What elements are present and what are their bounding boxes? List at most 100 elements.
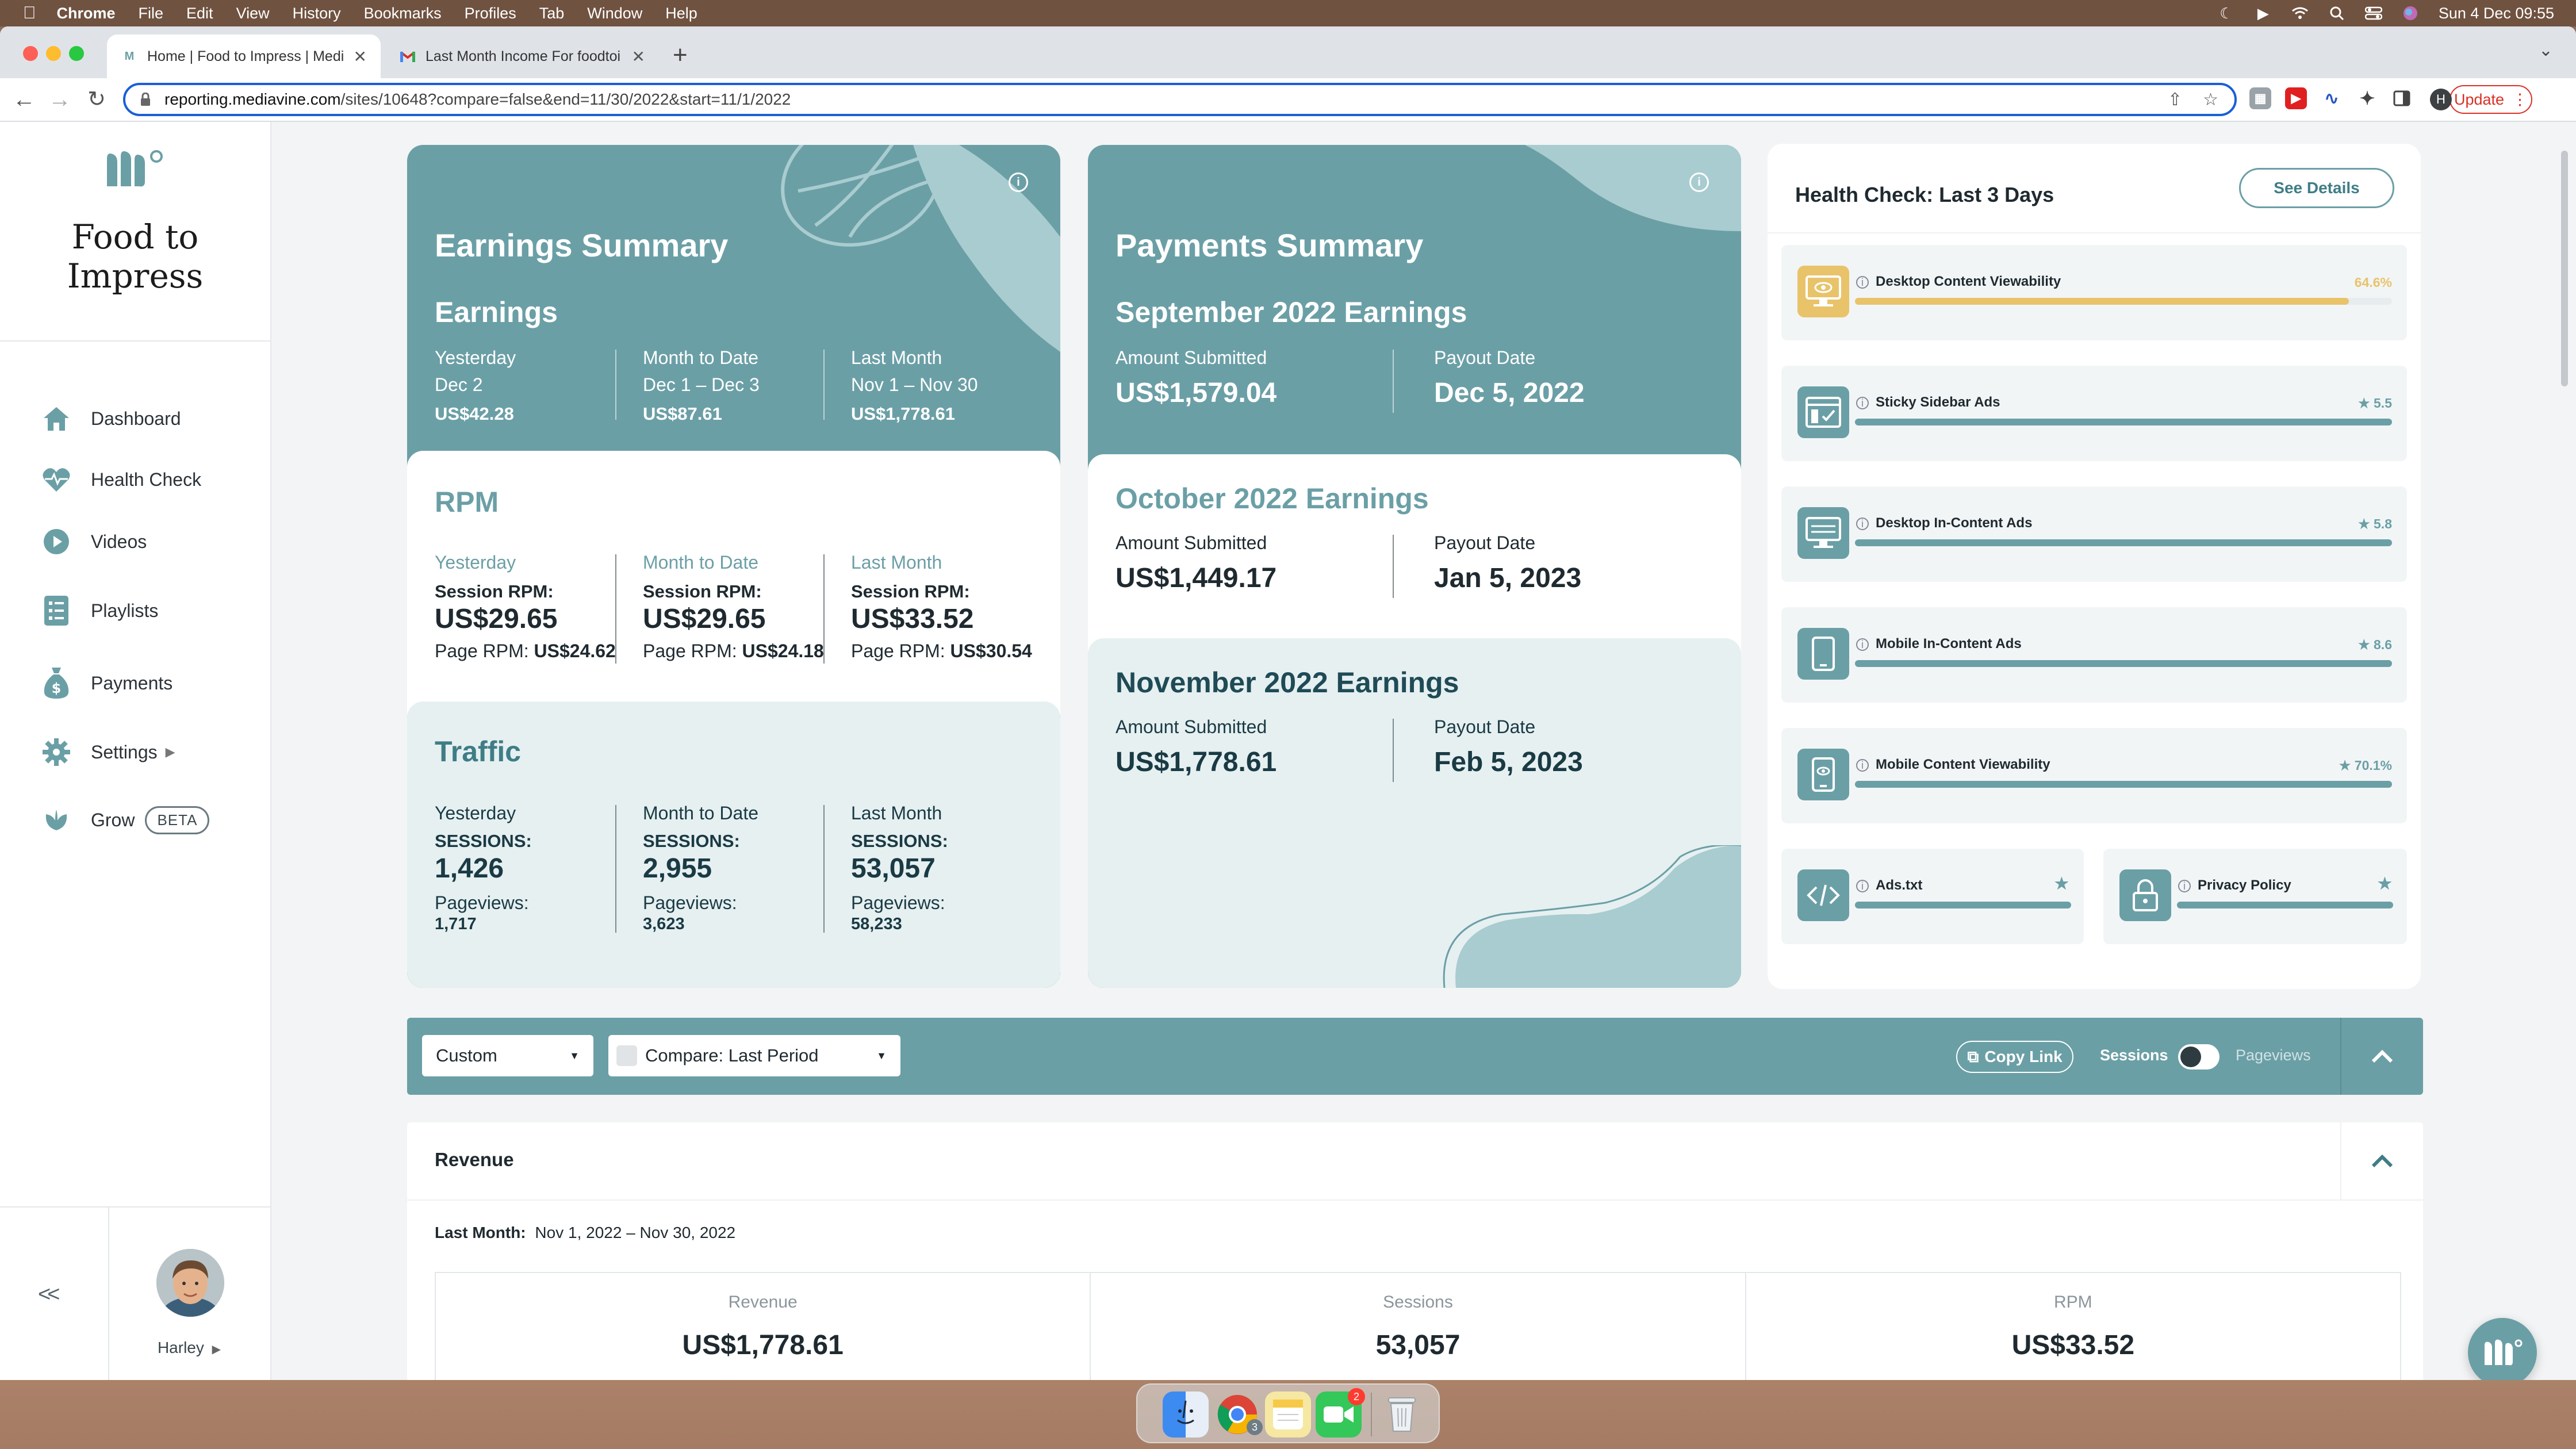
health-item-sticky-sidebar-ads[interactable]: i Sticky Sidebar Ads ★ 5.5 [1781, 366, 2407, 461]
side-panel-icon[interactable] [2391, 87, 2413, 109]
collapse-filters-chevron-icon[interactable] [2341, 1018, 2423, 1095]
share-icon[interactable]: ⇧ [2168, 90, 2182, 110]
desktop-monitor-icon [1797, 507, 1849, 559]
finder-icon[interactable] [1163, 1392, 1209, 1438]
sidebar-item-settings[interactable]: Settings ▶ [40, 735, 175, 769]
new-tab-button[interactable]: + [673, 43, 688, 68]
sidebar-item-payments[interactable]: $ Payments [40, 666, 172, 700]
bookmark-star-icon[interactable]: ☆ [2203, 90, 2218, 110]
compare-select[interactable]: Compare: Last Period ▼ [608, 1035, 900, 1076]
sidebar-item-health-check[interactable]: Health Check [40, 462, 201, 497]
column-divider [823, 805, 825, 933]
menu-app-name[interactable]: Chrome [57, 5, 116, 22]
facetime-dock-icon[interactable]: 2 [1316, 1388, 1365, 1438]
menu-window[interactable]: Window [587, 5, 642, 22]
user-menu[interactable]: Harley ▶ [108, 1339, 270, 1357]
info-icon[interactable]: i [1856, 276, 1869, 289]
chrome-update-button[interactable]: Update ⋮ [2450, 85, 2532, 114]
control-center-icon[interactable] [2364, 5, 2382, 22]
close-tab-icon[interactable]: ✕ [632, 47, 645, 66]
close-window-button[interactable] [23, 46, 38, 61]
gmail-favicon [399, 48, 416, 65]
collapse-revenue-chevron-icon[interactable] [2341, 1122, 2423, 1199]
amount-value: US$1,778.61 [1116, 747, 1277, 777]
info-icon[interactable]: i [1856, 397, 1869, 409]
reload-icon[interactable]: ↻ [85, 86, 108, 113]
site-name[interactable]: Food to Impress [0, 217, 270, 296]
period-label: Last Month [851, 347, 942, 368]
minimize-window-button[interactable] [46, 46, 61, 61]
chrome-dock-icon[interactable]: 3 [1214, 1392, 1263, 1438]
zoom-window-button[interactable] [69, 46, 84, 61]
info-icon[interactable]: i [1856, 638, 1869, 651]
amount-label: Amount Submitted [1116, 716, 1267, 737]
forward-arrow-icon[interactable]: → [48, 86, 71, 113]
user-avatar[interactable] [156, 1249, 224, 1317]
more-menu-icon[interactable]: ⋮ [2512, 91, 2528, 109]
wifi-icon[interactable] [2291, 5, 2309, 22]
profile-avatar-button[interactable]: H [2430, 89, 2452, 110]
apple-menu-icon[interactable]:  [23, 3, 36, 23]
tab-search-chevron-icon[interactable]: ⌄ [2539, 40, 2553, 60]
sidebar-item-dashboard[interactable]: Dashboard [40, 401, 181, 436]
info-icon[interactable]: i [1856, 759, 1869, 772]
wave-extension-icon[interactable]: ∿ [2321, 87, 2343, 109]
menu-tab[interactable]: Tab [539, 5, 565, 22]
close-tab-icon[interactable]: ✕ [354, 47, 367, 66]
health-item-mobile-content-viewability[interactable]: i Mobile Content Viewability ★ 70.1% [1781, 728, 2407, 823]
menu-view[interactable]: View [236, 5, 270, 22]
info-icon[interactable]: i [1009, 172, 1028, 192]
back-arrow-icon[interactable]: ← [13, 86, 36, 113]
update-label: Update [2454, 90, 2505, 108]
copy-link-button[interactable]: ⧉ Copy Link [1956, 1041, 2073, 1073]
puzzle-extensions-icon[interactable]: ✦ [2356, 87, 2378, 109]
notes-dock-icon[interactable] [1265, 1392, 1311, 1438]
address-bar[interactable]: reporting.mediavine.com /sites/10648?com… [123, 83, 2237, 116]
lock-icon[interactable] [139, 92, 152, 107]
toggle-sessions-label: Sessions [2100, 1046, 2168, 1064]
period-label: Month to Date [643, 803, 758, 823]
menu-profiles[interactable]: Profiles [465, 5, 516, 22]
help-chat-button[interactable] [2468, 1318, 2537, 1380]
info-icon[interactable]: i [2178, 880, 2191, 892]
see-details-button[interactable]: See Details [2239, 168, 2394, 208]
tab-home-food-to-impress[interactable]: M Home | Food to Impress | Medi ✕ [107, 34, 381, 78]
info-icon[interactable]: i [1856, 518, 1869, 530]
menu-bookmarks[interactable]: Bookmarks [364, 5, 442, 22]
menu-file[interactable]: File [139, 5, 164, 22]
moon-icon[interactable]: ☾ [2218, 5, 2235, 22]
sidebar-item-grow[interactable]: Grow BETA [40, 803, 210, 837]
extension-icon[interactable]: ▦ [2249, 87, 2271, 109]
health-item-label: Sticky Sidebar Ads [1876, 394, 2000, 410]
collapse-sidebar-button[interactable]: << [38, 1282, 60, 1307]
stat-revenue: Revenue US$1,778.61 [436, 1273, 1091, 1380]
sessions-pageviews-toggle[interactable] [2178, 1044, 2220, 1070]
stat-label: Revenue [728, 1293, 798, 1312]
siri-icon[interactable] [2402, 5, 2419, 22]
sessions-label: SESSIONS: [643, 831, 740, 851]
spotlight-search-icon[interactable] [2328, 5, 2345, 22]
youtube-extension-icon[interactable]: ▶ [2285, 87, 2307, 109]
star-icon: ★ [2339, 758, 2351, 773]
health-item-privacy-policy[interactable]: i Privacy Policy ★ [2103, 849, 2407, 944]
play-circle-icon[interactable]: ▶ [2255, 5, 2272, 22]
health-item-ads-txt[interactable]: i Ads.txt ★ [1781, 849, 2084, 944]
compare-checkbox[interactable] [616, 1045, 637, 1066]
pageviews-value: 58,233 [851, 915, 902, 933]
mediavine-logo-icon[interactable] [103, 146, 167, 191]
page-scrollbar-thumb[interactable] [2561, 151, 2568, 386]
health-item-desktop-content-viewability[interactable]: i Desktop Content Viewability 64.6% [1781, 245, 2407, 340]
tab-last-month-income[interactable]: Last Month Income For foodtoi ✕ [385, 34, 659, 78]
date-range-select[interactable]: Custom ▼ [422, 1035, 593, 1076]
info-icon[interactable]: i [1856, 880, 1869, 892]
sidebar-item-playlists[interactable]: Playlists [40, 593, 158, 628]
menubar-clock[interactable]: Sun 4 Dec 09:55 [2439, 5, 2554, 22]
health-item-mobile-in-content-ads[interactable]: i Mobile In-Content Ads ★ 8.6 [1781, 607, 2407, 703]
menu-help[interactable]: Help [665, 5, 697, 22]
sidebar-item-videos[interactable]: Videos [40, 524, 147, 559]
trash-dock-icon[interactable] [1379, 1392, 1425, 1438]
column-divider [1393, 535, 1394, 598]
menu-edit[interactable]: Edit [186, 5, 213, 22]
menu-history[interactable]: History [293, 5, 341, 22]
health-item-desktop-in-content-ads[interactable]: i Desktop In-Content Ads ★ 5.8 [1781, 486, 2407, 582]
